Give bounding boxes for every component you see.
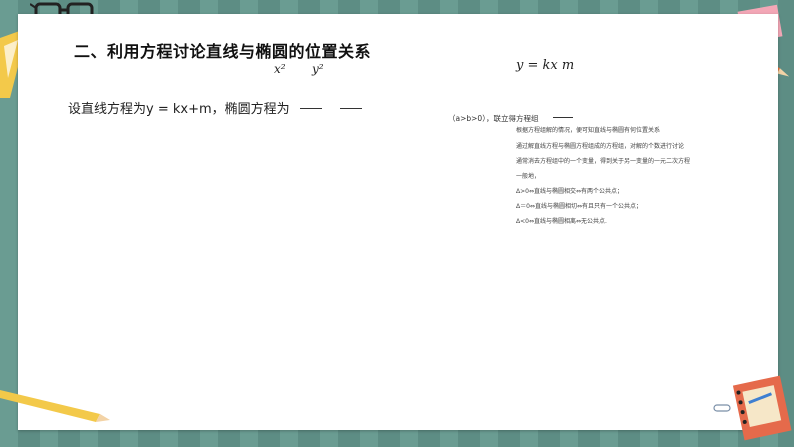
line-equation-text: kx m: [542, 58, 575, 73]
note-line: Δ>0⇔直线与椭圆相交⇔有两个公共点；: [516, 188, 624, 195]
slide-content: 二、利用方程讨论直线与椭圆的位置关系 x² y² y = kx m 设直线方程为…: [18, 14, 778, 430]
paperclip-icon: [713, 404, 731, 412]
note-line: Δ＝0⇔直线与椭圆相切⇔有且只有一个公共点；: [516, 203, 642, 210]
intro-text: 设直线方程为y = kx+m，椭圆方程为: [68, 98, 362, 117]
line-equation: y = kx m: [516, 58, 575, 73]
fraction-blank: [299, 108, 322, 109]
condition-text: （a>b>0），联立得方程组: [448, 113, 573, 124]
note-line: 根据方程组解的情况，便可知直线与椭圆有何位置关系: [516, 127, 661, 134]
slide-title: 二、利用方程讨论直线与椭圆的位置关系: [74, 42, 372, 61]
intro-sentence: 设直线方程为y = kx+m，椭圆方程为: [68, 102, 290, 117]
fraction-glyph: y²: [312, 62, 324, 76]
pencil-icon: [0, 390, 110, 422]
note-line: 通过解直线方程与椭圆方程组成的方程组，对解的个数进行讨论: [516, 143, 685, 150]
fraction-blank: [339, 108, 362, 109]
notebook-icon: [732, 375, 792, 441]
condition-sentence: （a>b>0），联立得方程组: [448, 114, 539, 123]
note-line: 通常消去方程组中的一个变量，得到关于另一变量的一元二次方程: [516, 158, 691, 165]
fraction-glyph: x²: [274, 62, 286, 76]
note-line: 一般地，: [516, 173, 541, 180]
system-blank: [552, 117, 573, 118]
note-line: Δ<0⇔直线与椭圆相离⇔无公共点.: [516, 218, 607, 225]
